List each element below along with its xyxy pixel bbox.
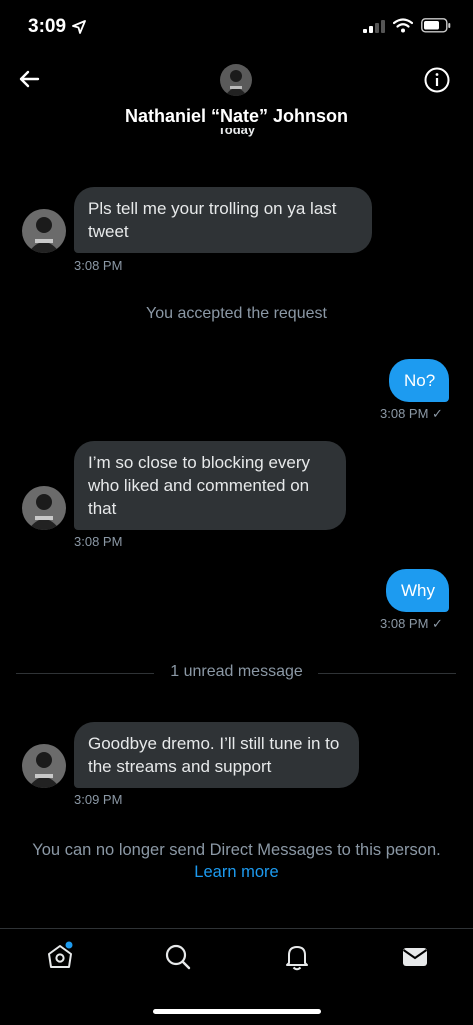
conversation-title[interactable]: Nathaniel “Nate” Johnson xyxy=(0,106,473,127)
avatar-image-icon xyxy=(22,486,66,530)
sent-check-icon: ✓ xyxy=(432,406,443,421)
message-time: 3:08 PM ✓ xyxy=(380,616,443,631)
home-indicator xyxy=(153,1009,321,1014)
message-time: 3:08 PM xyxy=(74,534,123,549)
divider xyxy=(318,673,456,674)
search-icon[interactable] xyxy=(163,942,193,972)
sender-avatar[interactable] xyxy=(22,486,66,530)
message-bubble[interactable]: Why xyxy=(386,569,449,612)
unread-divider-label: 1 unread message xyxy=(170,663,303,680)
message-time: 3:09 PM xyxy=(74,792,123,807)
sender-avatar[interactable] xyxy=(22,209,66,253)
date-label: Today xyxy=(217,128,256,137)
message-time: 3:08 PM ✓ xyxy=(380,406,443,421)
header-avatar[interactable] xyxy=(220,64,252,96)
dm-blocked-notice: You can no longer send Direct Messages t… xyxy=(0,839,473,883)
avatar-image-icon xyxy=(220,64,252,96)
info-icon[interactable] xyxy=(423,66,451,94)
messages-icon[interactable] xyxy=(400,942,430,972)
location-arrow-icon xyxy=(72,20,86,34)
message-time: 3:08 PM xyxy=(74,258,123,273)
back-arrow-icon[interactable] xyxy=(14,64,44,94)
message-bubble[interactable]: Pls tell me your trolling on ya last twe… xyxy=(74,187,372,253)
avatar-image-icon xyxy=(22,209,66,253)
avatar-image-icon xyxy=(22,744,66,788)
battery-icon xyxy=(421,18,451,33)
home-icon[interactable] xyxy=(45,941,75,971)
message-bubble[interactable]: I’m so close to blocking every who liked… xyxy=(74,441,346,530)
sent-check-icon: ✓ xyxy=(432,616,443,631)
status-time: 3:09 xyxy=(28,16,67,37)
system-message: You accepted the request xyxy=(146,305,327,322)
learn-more-link[interactable]: Learn more xyxy=(0,861,473,883)
wifi-icon xyxy=(393,18,413,33)
cellular-signal-icon xyxy=(363,19,385,33)
message-bubble[interactable]: Goodbye dremo. I’ll still tune in to the… xyxy=(74,722,359,788)
notifications-icon[interactable] xyxy=(282,942,312,972)
status-icons xyxy=(363,18,451,33)
message-bubble[interactable]: No? xyxy=(389,359,449,402)
sender-avatar[interactable] xyxy=(22,744,66,788)
